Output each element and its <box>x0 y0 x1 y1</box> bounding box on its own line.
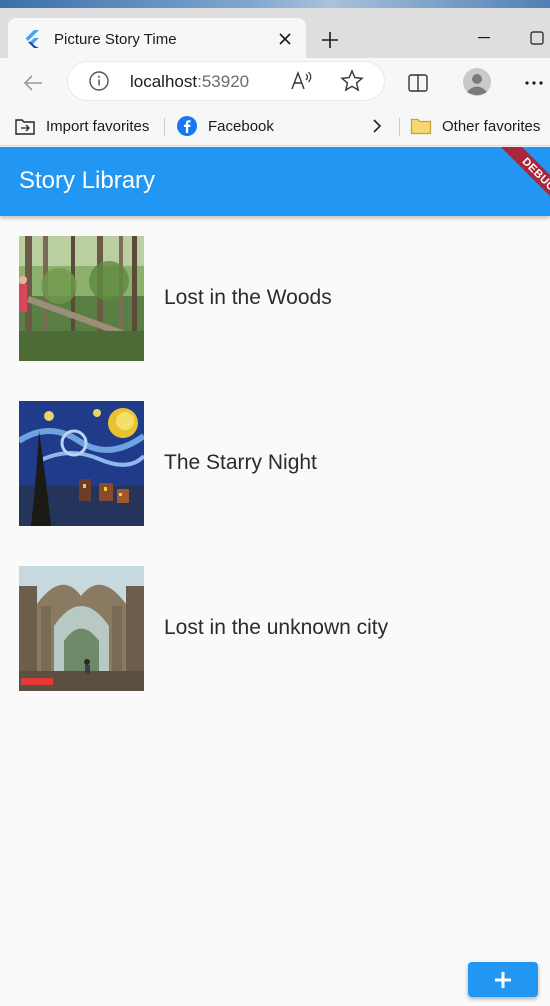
minimize-icon[interactable] <box>472 28 496 48</box>
favorites-divider <box>164 118 165 136</box>
browser-toolbar: localhost:53920 <box>0 58 550 106</box>
favorites-bar: Import favorites Facebook Other favorite… <box>0 106 550 146</box>
more-icon[interactable] <box>520 70 548 96</box>
plus-icon[interactable] <box>314 24 346 56</box>
other-favorites-label: Other favorites <box>442 117 541 135</box>
other-favorites-link[interactable]: Other favorites <box>410 112 540 140</box>
app-viewport: Story Library DEBUG Lost in the Woods Th… <box>0 147 550 1006</box>
favorites-divider <box>399 118 400 136</box>
read-aloud-icon[interactable] <box>290 70 314 92</box>
starry-night-image <box>19 401 144 526</box>
facebook-icon <box>177 116 197 136</box>
ruined-city-image <box>19 566 144 691</box>
add-icon <box>495 971 511 988</box>
maximize-icon[interactable] <box>530 28 550 48</box>
back-arrow-icon[interactable] <box>18 68 48 98</box>
info-icon[interactable] <box>88 70 110 92</box>
story-title: Lost in the Woods <box>164 286 332 309</box>
app-bar: Story Library <box>0 147 550 216</box>
list-item[interactable]: The Starry Night <box>0 401 550 566</box>
import-favorites-label: Import favorites <box>46 117 150 135</box>
url-text[interactable]: localhost:53920 <box>130 72 249 92</box>
star-icon[interactable] <box>340 69 364 93</box>
story-title: The Starry Night <box>164 451 317 474</box>
story-title: Lost in the unknown city <box>164 616 389 639</box>
story-list: Lost in the Woods The Starry Night Lost … <box>0 236 550 731</box>
address-bar[interactable]: localhost:53920 <box>68 62 384 100</box>
import-icon <box>15 119 35 135</box>
profile-icon[interactable] <box>462 67 492 97</box>
tab-title: Picture Story Time <box>54 30 177 48</box>
split-screen-icon[interactable] <box>404 70 432 96</box>
chevron-right-icon[interactable] <box>366 115 388 137</box>
add-story-button[interactable] <box>468 962 538 997</box>
import-favorites-link[interactable]: Import favorites <box>14 112 149 140</box>
facebook-favorite-label: Facebook <box>208 117 274 135</box>
list-item[interactable]: Lost in the Woods <box>0 236 550 401</box>
folder-icon <box>410 118 432 135</box>
page-title: Story Library <box>19 167 156 194</box>
flutter-icon <box>25 30 39 48</box>
facebook-favorite-link[interactable]: Facebook <box>176 112 274 140</box>
tab-bar: Picture Story Time <box>0 8 550 60</box>
close-icon[interactable] <box>270 24 300 54</box>
window-top-strip <box>0 0 550 8</box>
list-item[interactable]: Lost in the unknown city <box>0 566 550 731</box>
browser-tab[interactable]: Picture Story Time <box>8 18 306 60</box>
forest-image <box>19 236 144 361</box>
